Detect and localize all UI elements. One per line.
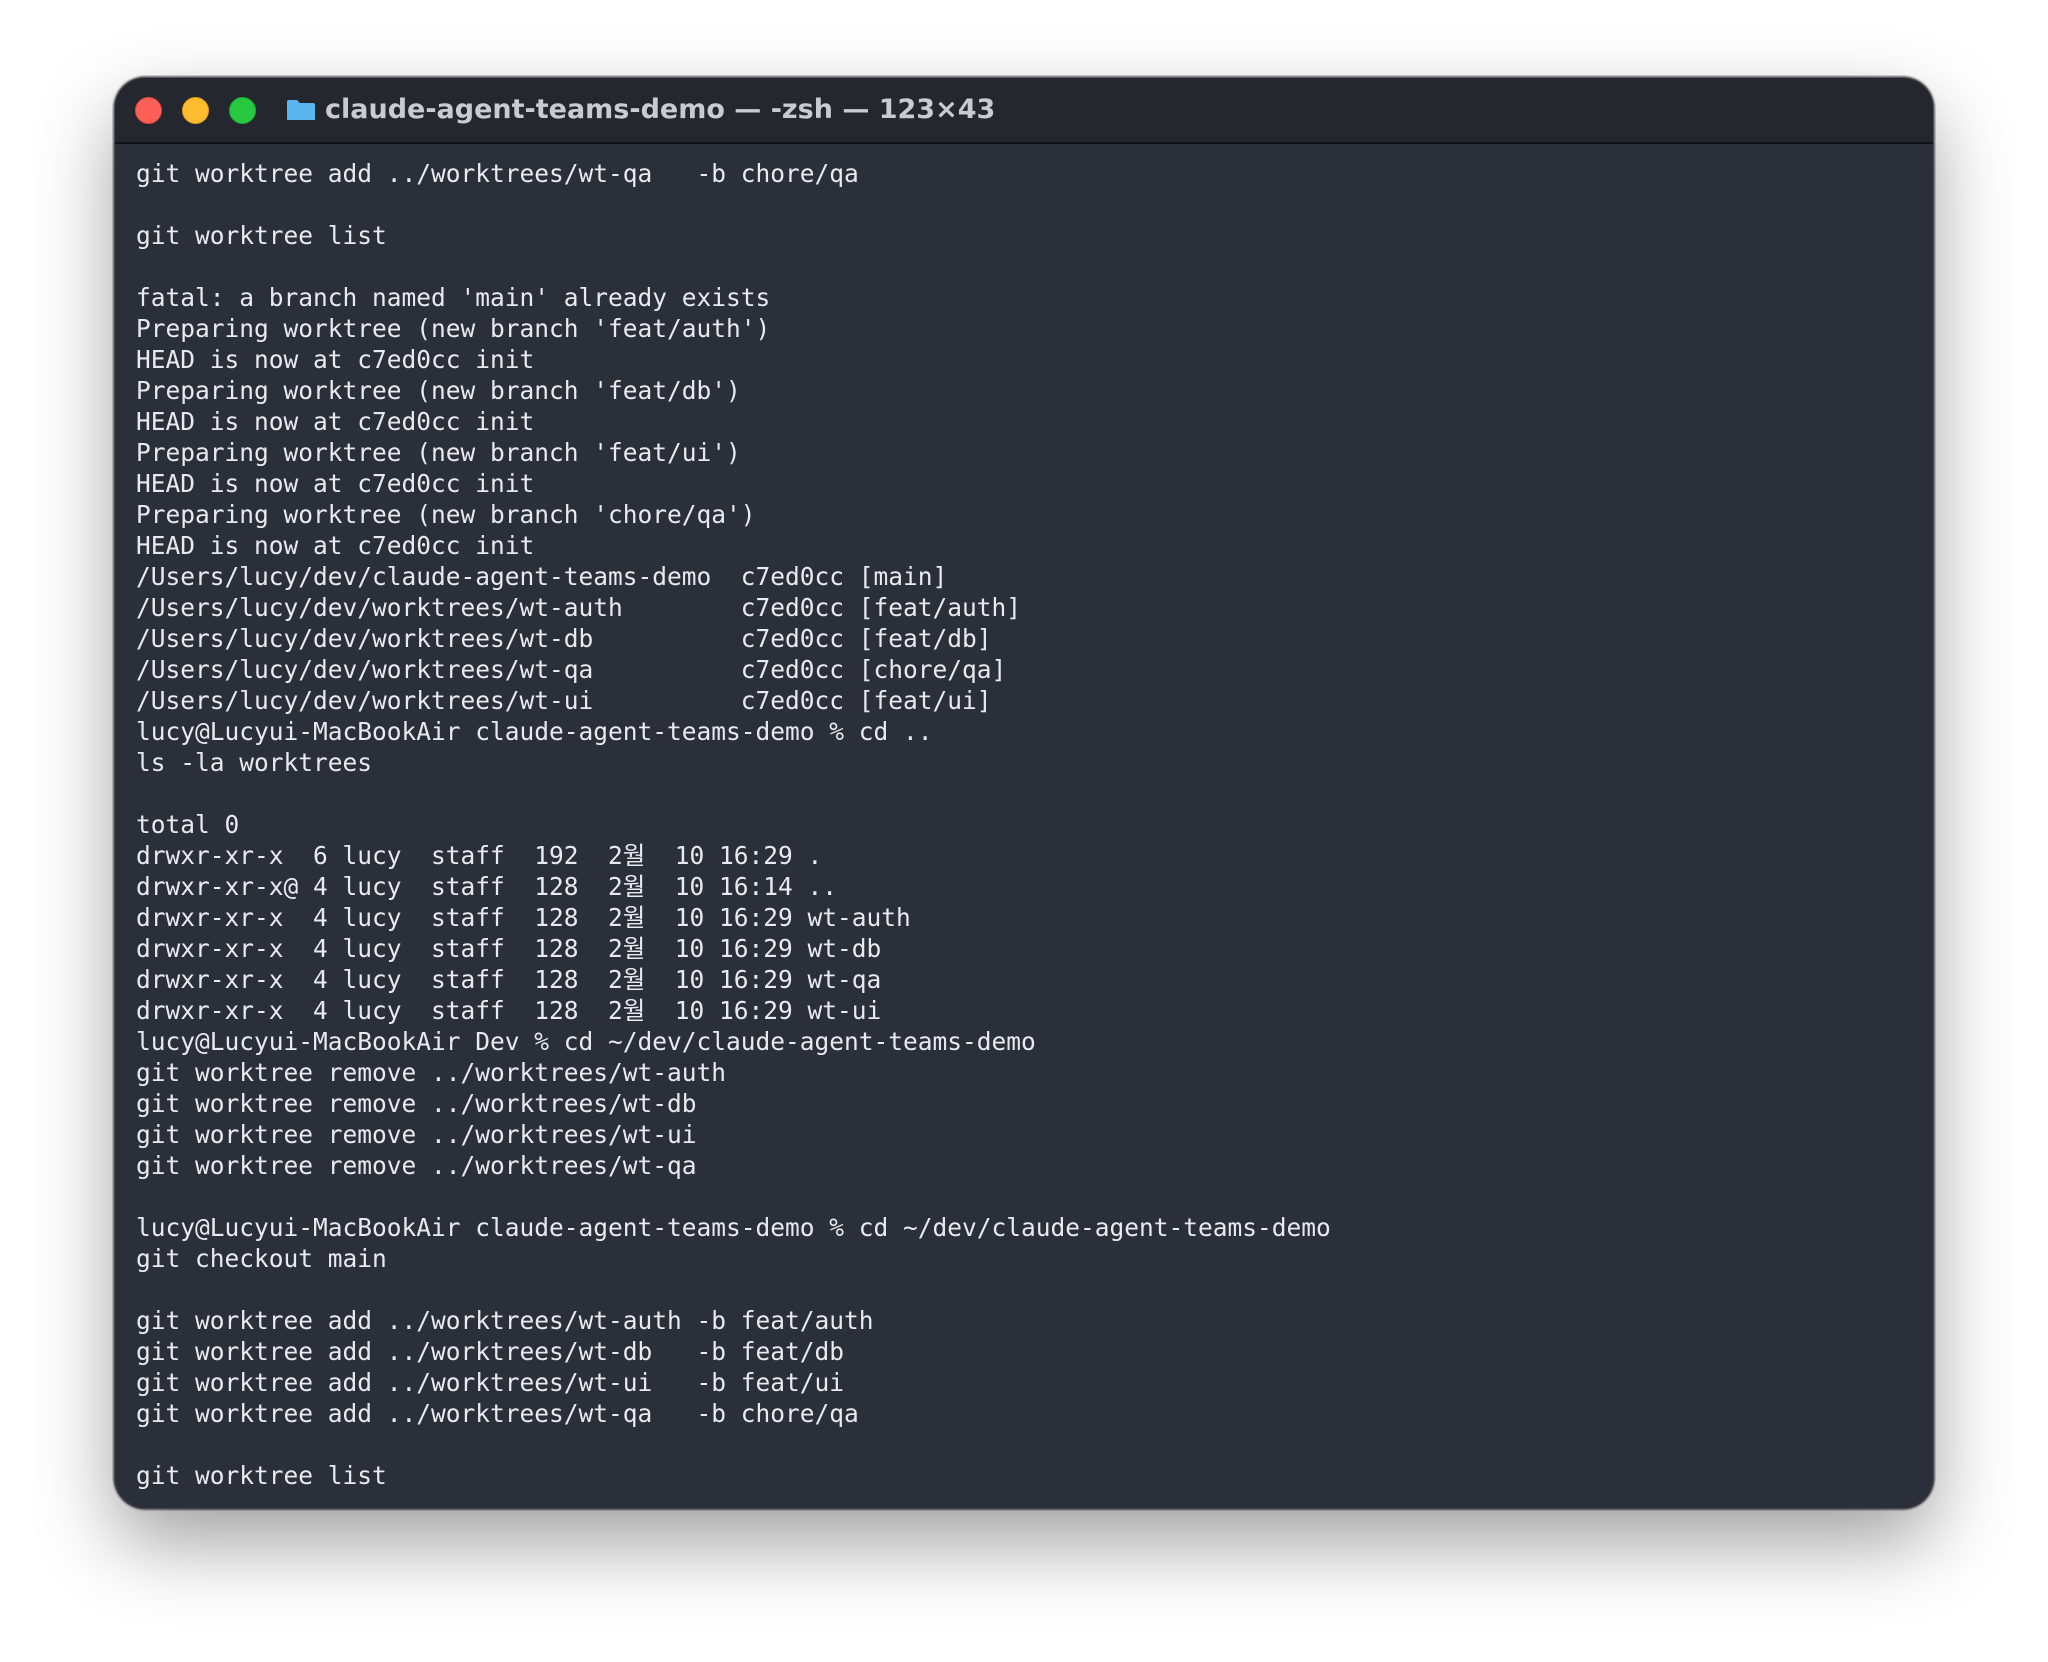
terminal-line: HEAD is now at c7ed0cc init [136, 407, 535, 436]
terminal-line: git checkout main [136, 1244, 387, 1273]
terminal-line: fatal: a branch named 'main' already exi… [136, 283, 771, 312]
terminal-line: lucy@Lucyui-MacBookAir claude-agent-team… [136, 717, 933, 746]
close-window-button[interactable] [135, 97, 162, 124]
terminal-line: git worktree add ../worktrees/wt-db -b f… [136, 1337, 845, 1366]
terminal-line: git worktree add ../worktrees/wt-qa -b c… [136, 159, 859, 188]
terminal-line: git worktree list [136, 1461, 387, 1490]
terminal-line: drwxr-xr-x 4 lucy staff 128 2월 10 16:29 … [136, 965, 882, 994]
terminal-line: drwxr-xr-x@ 4 lucy staff 128 2월 10 16:14… [136, 872, 838, 901]
terminal-line: /Users/lucy/dev/worktrees/wt-db c7ed0cc … [136, 624, 992, 653]
window-titlebar[interactable]: claude-agent-teams-demo — -zsh — 123×43 [115, 78, 1933, 144]
terminal-line: /Users/lucy/dev/worktrees/wt-auth c7ed0c… [136, 593, 1022, 622]
window-title: claude-agent-teams-demo — -zsh — 123×43 [325, 94, 996, 125]
minimize-window-button[interactable] [182, 97, 209, 124]
terminal-output[interactable]: git worktree add ../worktrees/wt-qa -b c… [136, 158, 1913, 1498]
terminal-line: Preparing worktree (new branch 'feat/ui'… [136, 438, 741, 467]
terminal-line: Preparing worktree (new branch 'feat/db'… [136, 376, 741, 405]
terminal-line: lucy@Lucyui-MacBookAir Dev % cd ~/dev/cl… [136, 1027, 1036, 1056]
terminal-line: git worktree remove ../worktrees/wt-qa [136, 1151, 697, 1180]
terminal-line: ls -la worktrees [136, 748, 373, 777]
terminal-line: /Users/lucy/dev/worktrees/wt-qa c7ed0cc … [136, 655, 1007, 684]
folder-icon [287, 100, 315, 120]
terminal-line: HEAD is now at c7ed0cc init [136, 469, 535, 498]
terminal-window: claude-agent-teams-demo — -zsh — 123×43 … [115, 78, 1933, 1508]
terminal-line: HEAD is now at c7ed0cc init [136, 345, 535, 374]
terminal-line: git worktree remove ../worktrees/wt-db [136, 1089, 697, 1118]
terminal-line: git worktree list [136, 221, 387, 250]
terminal-line: git worktree add ../worktrees/wt-qa -b c… [136, 1399, 859, 1428]
terminal-line: git worktree remove ../worktrees/wt-ui [136, 1120, 697, 1149]
terminal-line: Preparing worktree (new branch 'feat/aut… [136, 314, 771, 343]
terminal-line: drwxr-xr-x 4 lucy staff 128 2월 10 16:29 … [136, 934, 882, 963]
terminal-line: /Users/lucy/dev/worktrees/wt-ui c7ed0cc … [136, 686, 992, 715]
terminal-line: drwxr-xr-x 6 lucy staff 192 2월 10 16:29 … [136, 841, 823, 870]
terminal-line: /Users/lucy/dev/claude-agent-teams-demo … [136, 562, 948, 591]
terminal-line: drwxr-xr-x 4 lucy staff 128 2월 10 16:29 … [136, 903, 911, 932]
zoom-window-button[interactable] [229, 97, 256, 124]
terminal-line: git worktree add ../worktrees/wt-auth -b… [136, 1306, 874, 1335]
terminal-line: Preparing worktree (new branch 'chore/qa… [136, 500, 756, 529]
terminal-line: HEAD is now at c7ed0cc init [136, 531, 535, 560]
terminal-line: git worktree remove ../worktrees/wt-auth [136, 1058, 727, 1087]
terminal-line: drwxr-xr-x 4 lucy staff 128 2월 10 16:29 … [136, 996, 882, 1025]
terminal-line: total 0 [136, 810, 240, 839]
terminal-line: git worktree add ../worktrees/wt-ui -b f… [136, 1368, 845, 1397]
terminal-line: lucy@Lucyui-MacBookAir claude-agent-team… [136, 1213, 1331, 1242]
